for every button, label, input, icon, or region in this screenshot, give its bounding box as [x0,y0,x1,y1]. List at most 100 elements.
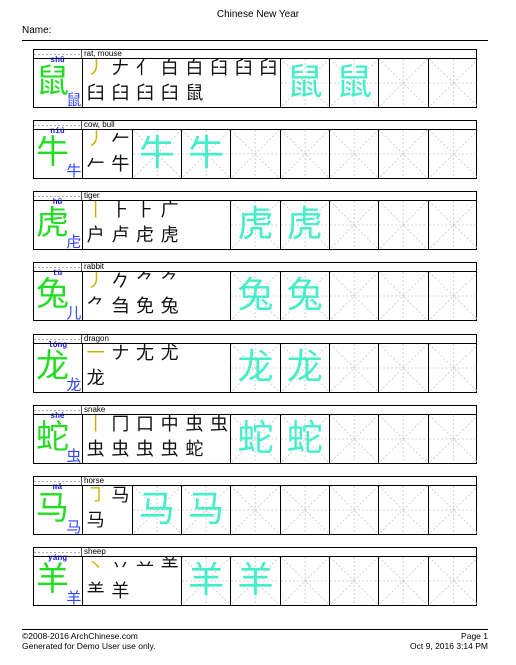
stroke-step: 冂 [111,414,130,435]
pinyin-box: tù [34,263,82,279]
pinyin-box: shǔ [34,50,82,65]
practice-cell [329,556,380,605]
mi-grid-guides [428,556,478,605]
stroke-step: ⺷ [86,580,105,602]
practice-cell [379,272,429,321]
mi-grid-guides [231,130,280,179]
stroke-step: 䒑 [135,556,154,577]
mi-grid-guides [379,343,428,392]
mi-grid-guides [428,59,478,107]
stroke-step: ⺈ [135,272,154,293]
stroke-step: 鼠 [185,83,204,104]
stroke-step: 虫 [160,438,179,460]
main-character: 牛 [36,132,69,172]
stroke-step: 蛇 [185,438,204,460]
stroke-step: 臼 [135,83,154,104]
practice-cell [329,130,380,179]
stroke-step: 𠂇 [111,59,130,79]
stroke-step: 白 [185,59,204,79]
worksheet-row: shé snake 蛇虫丨冂口中虫虫虫虫虫虫蛇蛇蛇 [33,404,478,464]
traced-character: 虎 [237,204,274,246]
stroke-step: 丨 [86,201,105,222]
main-character: 兔 [36,274,69,314]
practice-cell [329,201,380,250]
stroke-step: ナ [111,343,130,364]
pinyin-box: lóng [34,334,82,350]
row-body: 虎虍丨⺊⺊广户卢虍虎虎虎 [33,200,478,251]
stroke-step: 一 [86,343,105,364]
mi-grid-guides [379,59,428,107]
mi-grid-guides [379,414,428,463]
practice-cell [280,556,330,605]
character-cell: 虎虍 [34,201,84,250]
character-cell: 马马 [34,485,84,534]
mi-grid-guides [428,343,478,392]
traced-character: 龙 [286,346,323,388]
mi-grid-guides [428,130,478,179]
row-body: 羊羊丶丷䒑⺷⺷羊羊羊 [33,555,478,606]
pinyin-box: shé [34,405,82,421]
practice-cell: 兔 [231,272,281,321]
practice-cell [379,485,429,534]
practice-cell: 牛 [132,130,182,179]
stroke-step: 虎 [160,225,179,247]
stroke-step: 尤 [160,343,179,364]
stroke-step: 户 [86,225,105,247]
practice-cell [428,130,478,179]
stroke-step: 中 [160,414,179,435]
practice-cell [280,130,330,179]
character-cell: 羊羊 [34,556,84,605]
traced-character: 兔 [237,275,274,317]
practice-cell [231,485,281,534]
practice-cell [379,556,429,605]
mi-grid-guides [280,130,329,179]
traced-character: 蛇 [237,417,274,459]
worksheet-row: lóng dragon 龙龙一ナ尢尤龙龙龙 [33,333,478,393]
mi-grid-guides [428,201,478,250]
practice-cell: 龙 [280,343,330,392]
mi-grid-guides [428,414,478,463]
mi-grid-guides [329,343,379,392]
stroke-order-area: 丿 𠂊 ⺈⺈⺈刍免兔 [83,272,232,321]
radical-character: 龙 [66,375,82,392]
practice-cell [428,343,478,392]
traced-character: 羊 [237,559,274,601]
stroke-step: 免 [135,296,154,318]
worksheet-row: mǎ horse 马马㇆马马马马 [33,475,478,535]
stroke-order-area: 丨冂口中虫虫虫虫虫虫蛇 [83,414,232,463]
main-character: 羊 [36,558,69,598]
traced-character: 牛 [188,133,225,175]
stroke-step: 羊 [111,580,130,602]
generated-note: Generated for Demo User use only. [22,641,156,651]
main-character: 龙 [36,345,69,385]
practice-cell: 鼠 [329,59,380,107]
radical-character: 鼠 [66,91,82,107]
mi-grid-guides [329,130,379,179]
character-cell: 龙龙 [34,343,84,392]
stroke-step: 虫 [185,414,204,435]
worksheet-row: tù rabbit 兔儿丿 𠂊 ⺈⺈⺈刍免兔兔兔 [33,262,478,322]
practice-cell [379,130,429,179]
stroke-step: 白 [160,59,179,79]
stroke-step: 虫 [209,414,228,435]
stroke-step: 马 [86,509,105,531]
practice-cell: 虎 [231,201,281,250]
traced-character: 马 [188,488,225,530]
mi-grid-guides [280,556,329,605]
main-character: 马 [36,487,69,527]
stroke-step: ⺊ [111,201,130,222]
stroke-step: 臼 [259,59,278,79]
stroke-step: 龙 [86,367,105,389]
practice-cell: 龙 [231,343,281,392]
mi-grid-guides [329,414,379,463]
stroke-step: 臼 [209,59,228,79]
meaning-label: horse [84,475,105,485]
worksheet-row: hǔ tiger 虎虍丨⺊⺊广户卢虍虎虎虎 [33,191,478,251]
practice-cell [329,272,380,321]
page-number: Page 1 [461,631,488,641]
stroke-step: 臼 [234,59,253,79]
practice-cell: 马 [181,485,232,534]
stroke-step: ㇆ [86,485,105,506]
stroke-step: 臼 [86,83,105,104]
practice-cell [379,343,429,392]
